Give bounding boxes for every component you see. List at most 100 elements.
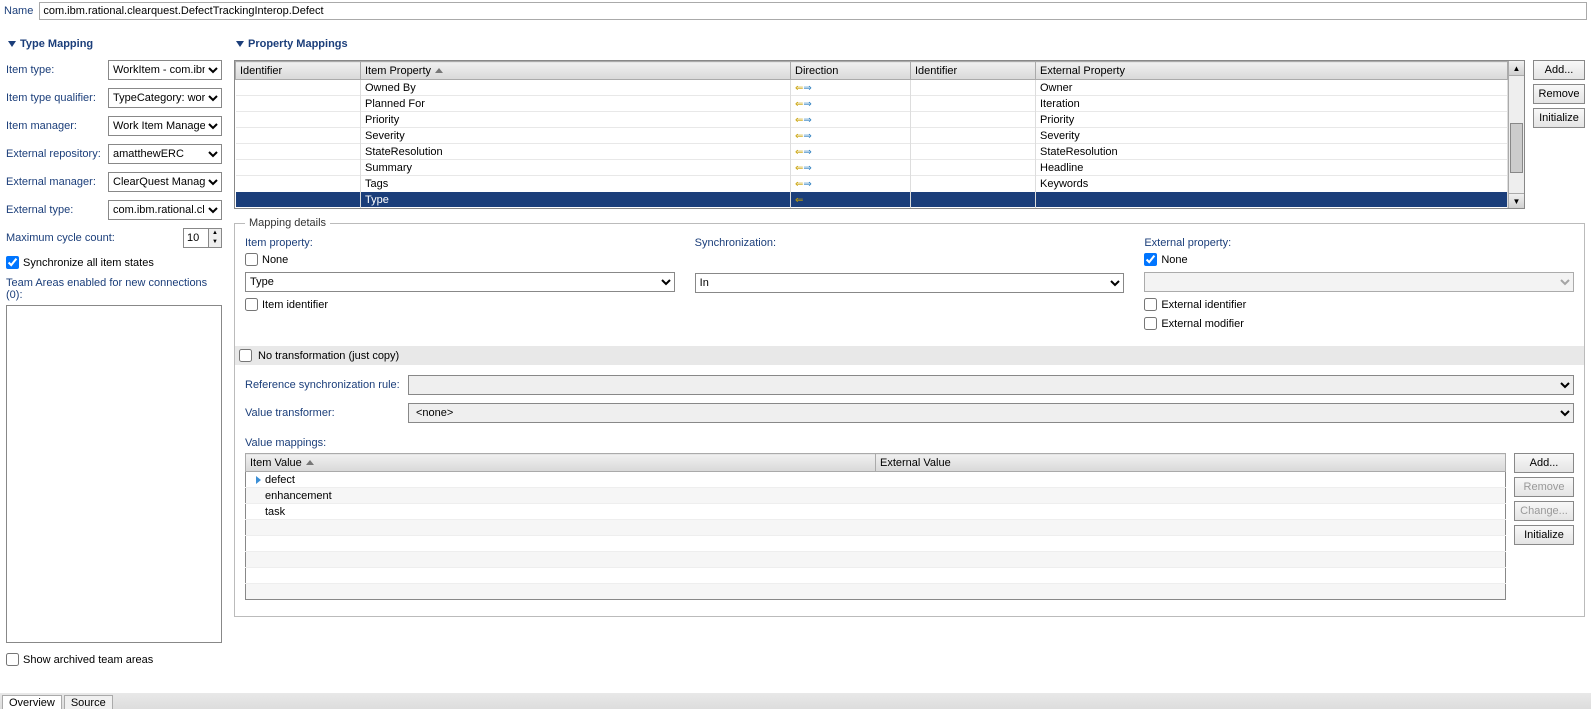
external-none-label: None [1161,254,1187,266]
max-cycle-spinner[interactable]: ▲ ▼ [183,228,222,248]
scroll-down-icon[interactable]: ▼ [1509,193,1524,208]
arrow-in-icon: ⇐ [795,83,803,94]
property-mappings-table[interactable]: Identifier Item Property Direction Ident… [235,61,1508,208]
table-row[interactable]: Owned By⇐⇒Owner [236,80,1508,96]
vm-add-button[interactable]: Add... [1514,453,1574,473]
table-row[interactable] [246,584,1506,600]
table-row[interactable] [246,552,1506,568]
tab-source[interactable]: Source [64,695,113,709]
arrow-in-icon: ⇐ [795,131,803,142]
external-manager-label: External manager: [6,176,108,188]
arrow-in-icon: ⇐ [795,115,803,126]
table-row[interactable]: Planned For⇐⇒Iteration [236,96,1508,112]
table-row[interactable]: Type⇐ [236,192,1508,208]
external-none-checkbox[interactable] [1144,253,1157,266]
item-property-none-checkbox[interactable] [245,253,258,266]
scroll-thumb[interactable] [1510,123,1523,173]
property-mappings-title: Property Mappings [248,38,348,50]
external-repo-select[interactable]: amatthewERC [108,144,222,164]
ref-sync-rule-select[interactable] [408,375,1574,395]
item-manager-label: Item manager: [6,120,108,132]
no-transform-checkbox[interactable] [239,349,252,362]
value-transformer-select[interactable]: <none> [408,403,1574,423]
table-row[interactable]: enhancement [246,488,1506,504]
vm-initialize-button[interactable]: Initialize [1514,525,1574,545]
col-identifier[interactable]: Identifier [236,62,361,80]
table-row[interactable]: StateResolution⇐⇒StateResolution [236,144,1508,160]
max-cycle-input[interactable] [184,229,208,247]
name-label: Name [4,5,33,17]
external-repo-label: External repository: [6,148,108,160]
arrow-in-icon: ⇐ [795,147,803,158]
table-row[interactable]: Summary⇐⇒Headline [236,160,1508,176]
col-identifier2[interactable]: Identifier [911,62,1036,80]
add-button[interactable]: Add... [1533,60,1585,80]
property-table-scrollbar[interactable]: ▲ ▼ [1508,61,1524,208]
arrow-in-icon: ⇐ [795,99,803,110]
arrow-in-icon: ⇐ [795,179,803,190]
initialize-button[interactable]: Initialize [1533,108,1585,128]
scroll-up-icon[interactable]: ▲ [1509,61,1524,76]
sort-asc-icon [306,460,314,465]
value-transformer-label: Value transformer: [245,407,400,419]
table-row[interactable]: task [246,504,1506,520]
external-property-label: External property: [1144,237,1574,249]
col-direction[interactable]: Direction [791,62,911,80]
table-row[interactable]: Tags⇐⇒Keywords [236,176,1508,192]
col-item-value[interactable]: Item Value [246,454,876,472]
synchronization-select[interactable]: In [695,273,1125,293]
type-mapping-header[interactable]: Type Mapping [6,32,222,60]
vm-change-button: Change... [1514,501,1574,521]
col-external-property[interactable]: External Property [1036,62,1508,80]
item-type-qualifier-select[interactable]: TypeCategory: wor [108,88,222,108]
property-mappings-header[interactable]: Property Mappings [234,32,1585,60]
item-property-none-label: None [262,254,288,266]
item-manager-select[interactable]: Work Item Manager [108,116,222,136]
item-type-label: Item type: [6,64,108,76]
table-row[interactable]: defect [246,472,1506,488]
item-type-qualifier-label: Item type qualifier: [6,92,108,104]
arrow-in-icon: ⇐ [795,195,803,206]
arrow-out-icon: ⇒ [803,131,811,142]
show-archived-checkbox[interactable] [6,653,19,666]
external-manager-select[interactable]: ClearQuest Manage [108,172,222,192]
external-type-select[interactable]: com.ibm.rational.cle [108,200,222,220]
col-item-property[interactable]: Item Property [361,62,791,80]
table-row[interactable] [246,536,1506,552]
max-cycle-label: Maximum cycle count: [6,232,183,244]
item-property-label: Item property: [245,237,675,249]
show-archived-label: Show archived team areas [23,654,153,666]
item-property-select[interactable]: Type [245,272,675,292]
mapping-details-group: Mapping details Item property: None Type… [234,217,1585,617]
vm-remove-button: Remove [1514,477,1574,497]
table-row[interactable] [246,568,1506,584]
external-modifier-label: External modifier [1161,318,1244,330]
tab-overview[interactable]: Overview [2,695,62,709]
remove-button[interactable]: Remove [1533,84,1585,104]
sync-all-checkbox[interactable] [6,256,19,269]
team-areas-label: Team Areas enabled for new connections (… [6,277,222,301]
external-modifier-checkbox[interactable] [1144,317,1157,330]
arrow-out-icon: ⇒ [803,99,811,110]
sort-asc-icon [435,68,443,73]
value-mappings-table[interactable]: Item Value External Value defectenhancem… [245,453,1506,600]
item-type-select[interactable]: WorkItem - com.ibm [108,60,222,80]
table-row[interactable]: Priority⇐⇒Priority [236,112,1508,128]
type-mapping-title: Type Mapping [20,38,93,50]
table-row[interactable] [246,520,1506,536]
arrow-out-icon: ⇒ [803,147,811,158]
spinner-up-icon[interactable]: ▲ [209,229,221,238]
arrow-out-icon: ⇒ [803,83,811,94]
item-identifier-label: Item identifier [262,299,328,311]
table-row[interactable]: Severity⇐⇒Severity [236,128,1508,144]
name-input[interactable] [39,2,1587,20]
col-external-value[interactable]: External Value [876,454,1506,472]
ref-sync-rule-label: Reference synchronization rule: [245,379,400,391]
item-identifier-checkbox[interactable] [245,298,258,311]
no-transform-label: No transformation (just copy) [258,350,399,362]
arrow-in-icon: ⇐ [795,163,803,174]
external-identifier-checkbox[interactable] [1144,298,1157,311]
external-identifier-label: External identifier [1161,299,1246,311]
team-areas-list[interactable] [6,305,222,643]
spinner-down-icon[interactable]: ▼ [209,238,221,247]
